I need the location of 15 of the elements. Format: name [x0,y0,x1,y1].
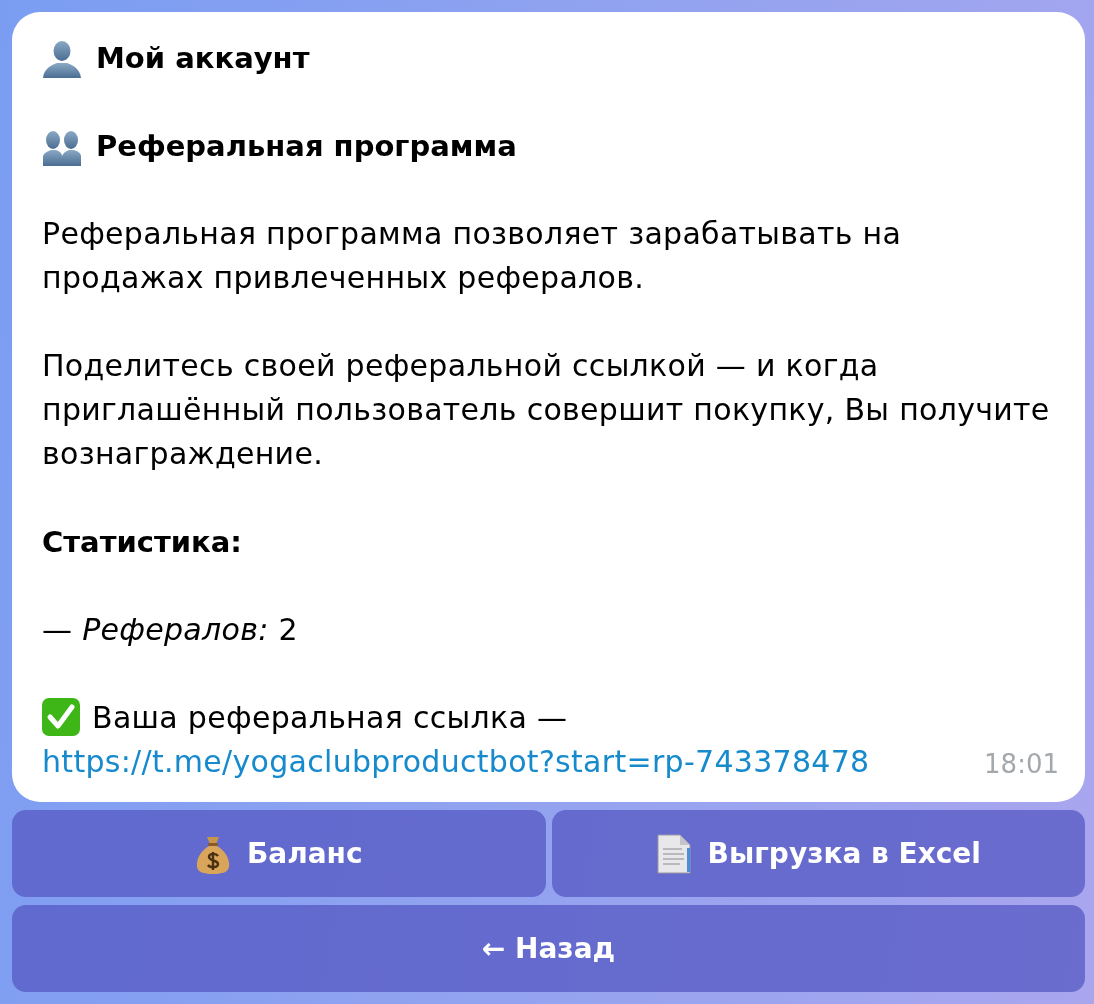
referral-link[interactable]: https://t.me/yogaclubproductbot?start=rp-743378478 [42,744,870,779]
message-time: 18:01 [984,748,1059,781]
statistics-label: Статистика: [42,524,242,561]
referral-link-label: Ваша реферальная ссылка — [92,700,568,735]
message-paragraph: — Рефералов: 2 [42,611,299,649]
person-silhouette-icon [42,38,82,78]
balance-button[interactable]: Баланс [12,810,546,897]
check-mark-icon [42,698,80,736]
message-paragraph: Поделитесь своей реферальной ссылкой — и когда приглашённый пользователь совершит покупку, Вы получите вознаграждение. [42,347,1051,473]
account-title: Мой аккаунт [96,40,310,77]
export-excel-button[interactable]: Выгрузка в Excel [551,810,1085,897]
message-paragraph: Реферальная программа позволяет зарабатывать на продажах привлеченных рефералов. [42,215,903,297]
section-heading: Реферальная программа [96,128,517,165]
document-icon [655,833,692,874]
back-button[interactable]: ← Назад [12,905,1085,992]
